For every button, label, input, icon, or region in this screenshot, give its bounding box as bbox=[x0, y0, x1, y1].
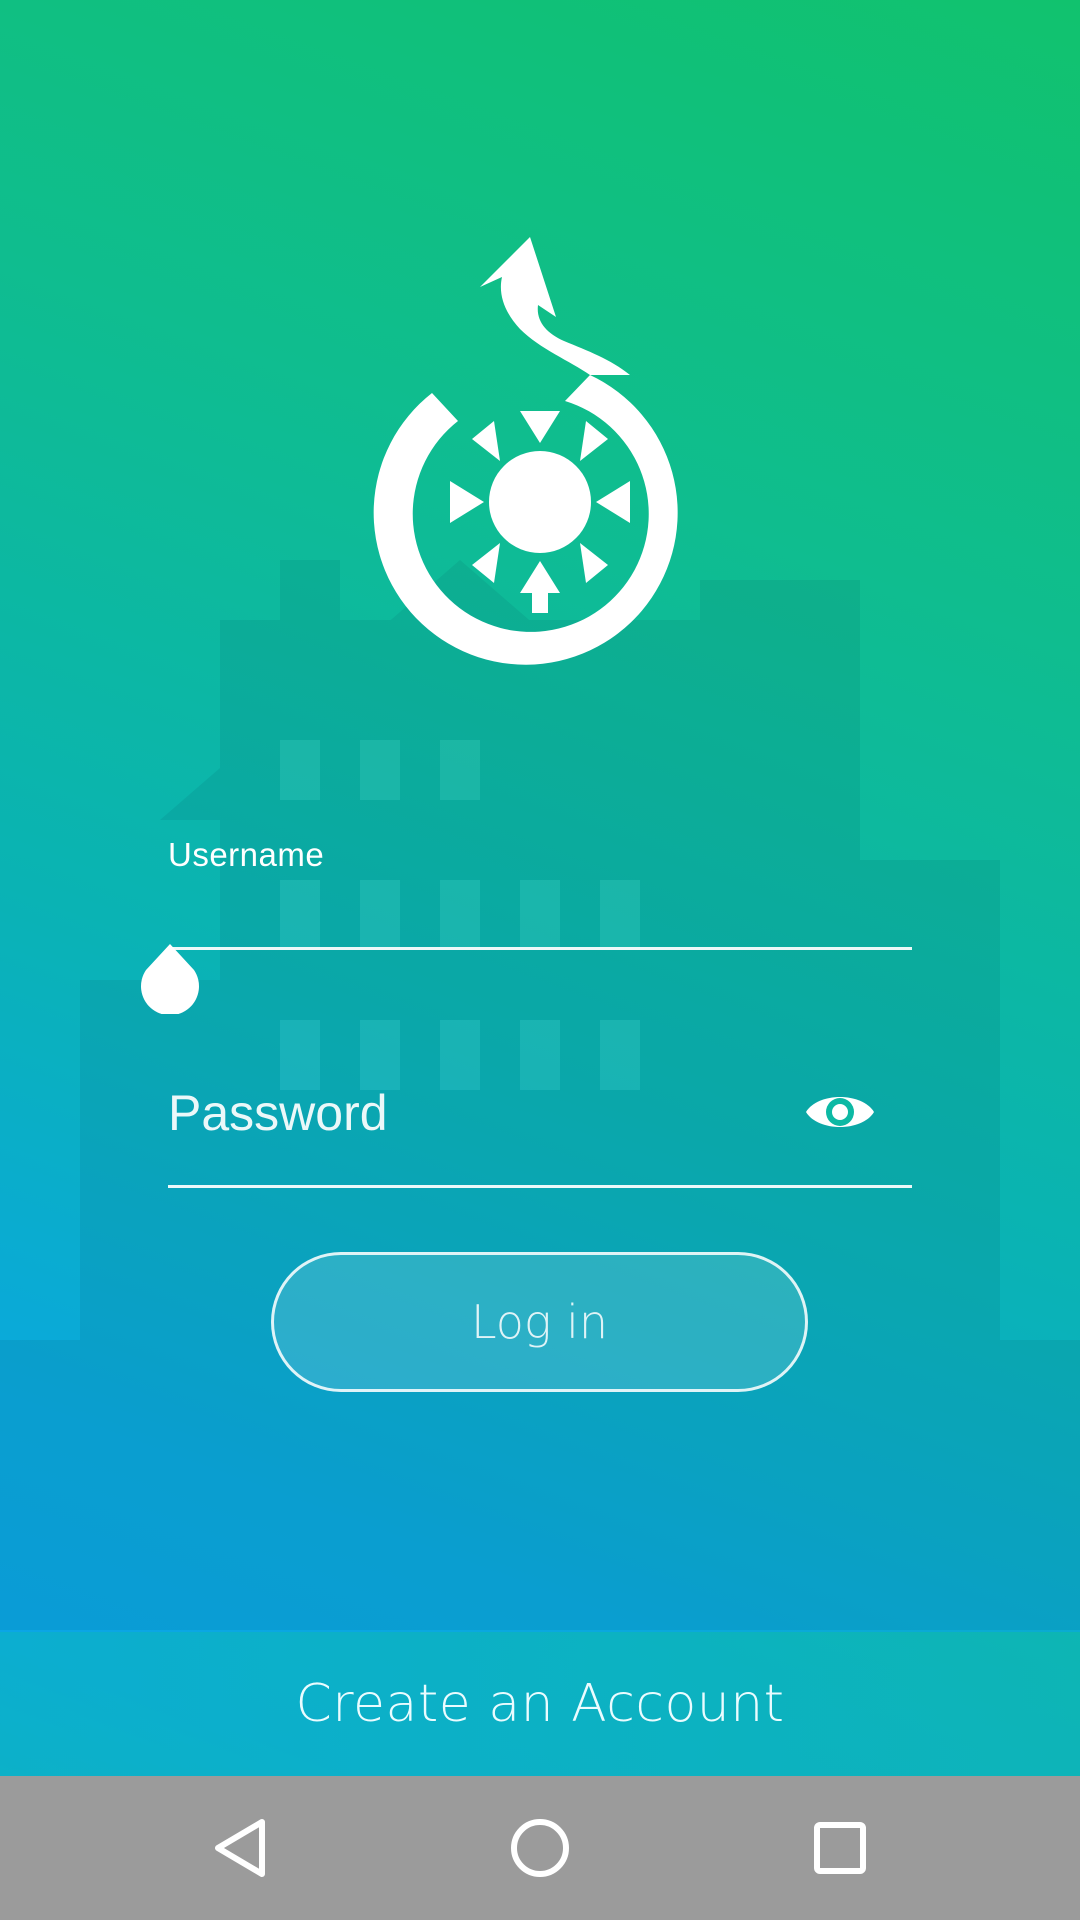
username-underline bbox=[168, 947, 912, 950]
create-account-link[interactable]: Create an Account bbox=[295, 1674, 784, 1734]
commons-logo bbox=[373, 237, 678, 665]
back-icon[interactable] bbox=[190, 1798, 290, 1898]
text-cursor-handle[interactable] bbox=[140, 942, 200, 1014]
create-account-bar: Create an Account bbox=[0, 1632, 1080, 1776]
eye-icon[interactable] bbox=[804, 1085, 876, 1139]
password-input[interactable] bbox=[168, 1075, 778, 1150]
recents-icon[interactable] bbox=[790, 1798, 890, 1898]
home-icon[interactable] bbox=[490, 1798, 590, 1898]
username-label: Username bbox=[168, 836, 325, 873]
login-button[interactable]: Log in bbox=[271, 1252, 808, 1392]
password-underline bbox=[168, 1185, 912, 1188]
system-nav-bar bbox=[0, 1776, 1080, 1920]
username-input[interactable] bbox=[168, 880, 912, 950]
login-screen: Username Log in Create an Account bbox=[0, 0, 1080, 1920]
